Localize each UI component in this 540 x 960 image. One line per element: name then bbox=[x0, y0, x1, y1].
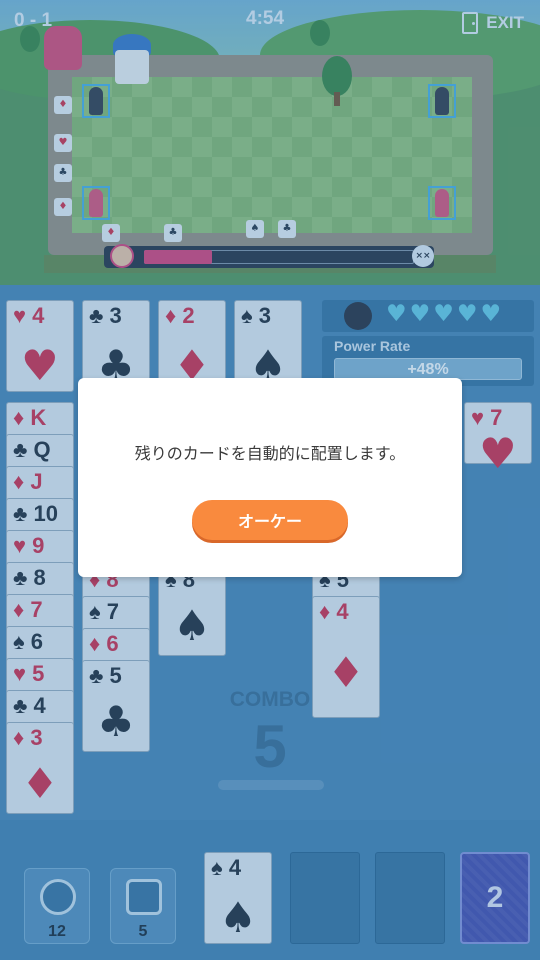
dialog-message: 残りのカードを自動的に配置します。 bbox=[134, 444, 406, 463]
game-screen: ♦ ♥ ♣ ♦ ♦ ♣ ♠ ♣ 0 - 1 4:54 EXIT ×× ♥ ♥ ♥… bbox=[0, 0, 540, 960]
ok-button[interactable]: オーケー bbox=[192, 500, 348, 540]
auto-place-dialog: 残りのカードを自動的に配置します。 オーケー bbox=[78, 378, 462, 577]
